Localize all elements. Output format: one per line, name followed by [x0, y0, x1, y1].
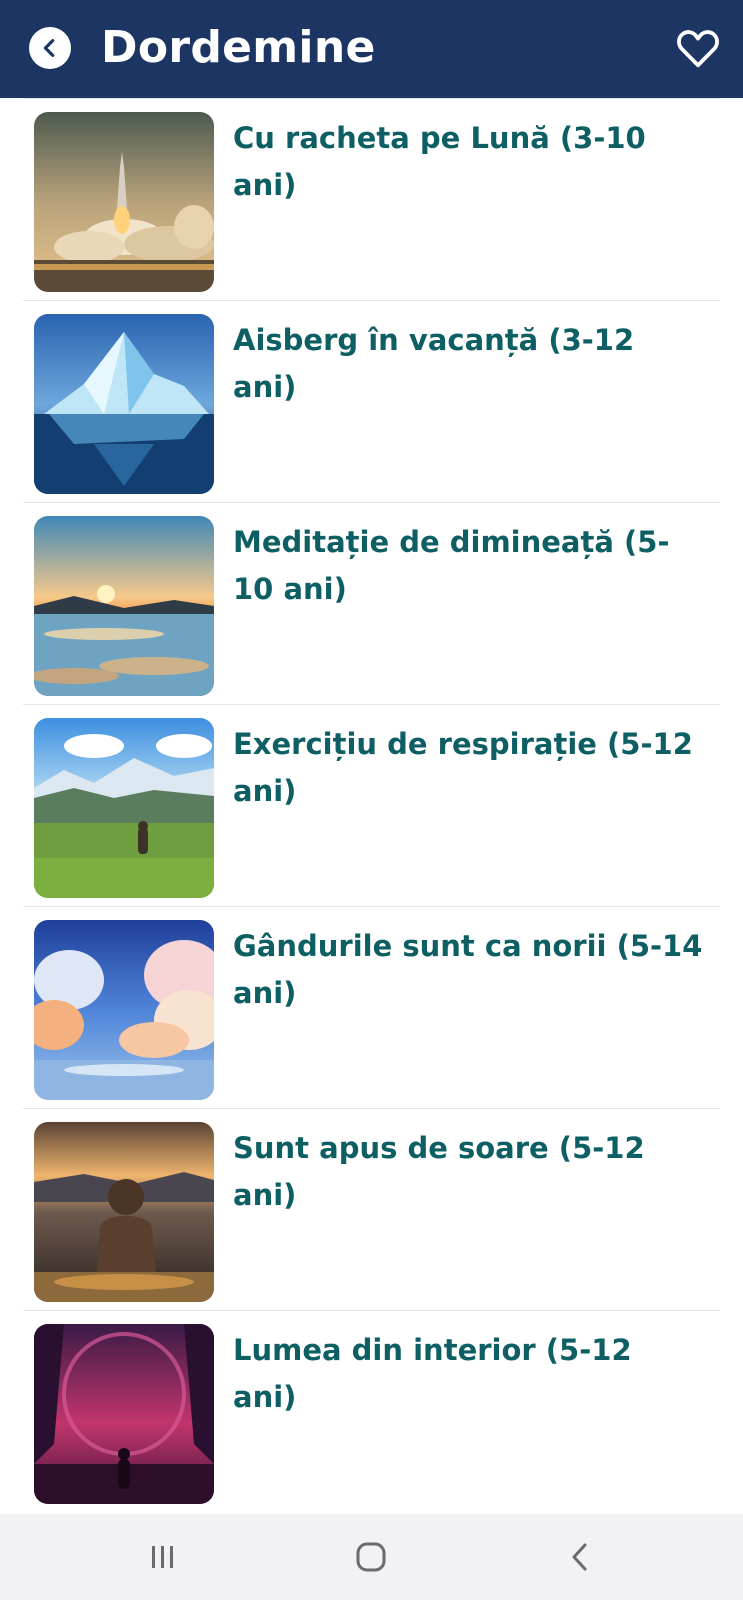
- heart-outline-icon: [677, 30, 719, 68]
- favorite-button[interactable]: [675, 26, 721, 70]
- item-title: Gândurile sunt ca norii (5-14 ani): [233, 929, 703, 1010]
- list-item[interactable]: Sunt apus de soare (5-12 ani): [23, 1108, 720, 1314]
- clouds-image: [34, 920, 214, 1100]
- rocket-launch-image: [34, 112, 214, 292]
- item-title: Meditație de dimineață (5-10 ani): [233, 525, 670, 606]
- chevron-left-icon: [43, 39, 55, 57]
- mountain-meadow-image: [34, 718, 214, 898]
- item-title: Cu racheta pe Lună (3-10 ani): [233, 121, 646, 202]
- system-back-button[interactable]: [550, 1532, 610, 1582]
- list-item[interactable]: Aisberg în vacanță (3-12 ani): [23, 300, 720, 506]
- back-icon: [572, 1543, 587, 1571]
- fantasy-world-image: [34, 1324, 214, 1504]
- list-item[interactable]: Lumea din interior (5-12 ani): [23, 1310, 720, 1514]
- list-item[interactable]: Gândurile sunt ca norii (5-14 ani): [23, 906, 720, 1112]
- list-item[interactable]: Exercițiu de respirație (5-12 ani): [23, 704, 720, 910]
- item-title: Lumea din interior (5-12 ani): [233, 1333, 632, 1414]
- list-item[interactable]: Cu racheta pe Lună (3-10 ani): [23, 98, 720, 304]
- page-title: Dordemine: [101, 22, 376, 73]
- back-button[interactable]: [29, 27, 71, 69]
- sunrise-lake-image: [34, 516, 214, 696]
- app-bar: Dordemine: [0, 0, 743, 98]
- home-icon: [356, 1542, 386, 1572]
- item-title: Sunt apus de soare (5-12 ani): [233, 1131, 645, 1212]
- child-sunset-image: [34, 1122, 214, 1302]
- recents-icon: [152, 1546, 173, 1568]
- recents-button[interactable]: [133, 1532, 193, 1582]
- item-title: Aisberg în vacanță (3-12 ani): [233, 323, 635, 404]
- story-list[interactable]: Cu racheta pe Lună (3-10 ani) Aisberg în…: [0, 98, 743, 1514]
- list-item[interactable]: Meditație de dimineață (5-10 ani): [23, 502, 720, 708]
- system-nav-bar: [0, 1514, 743, 1600]
- iceberg-image: [34, 314, 214, 494]
- home-button[interactable]: [341, 1532, 401, 1582]
- item-title: Exercițiu de respirație (5-12 ani): [233, 727, 693, 808]
